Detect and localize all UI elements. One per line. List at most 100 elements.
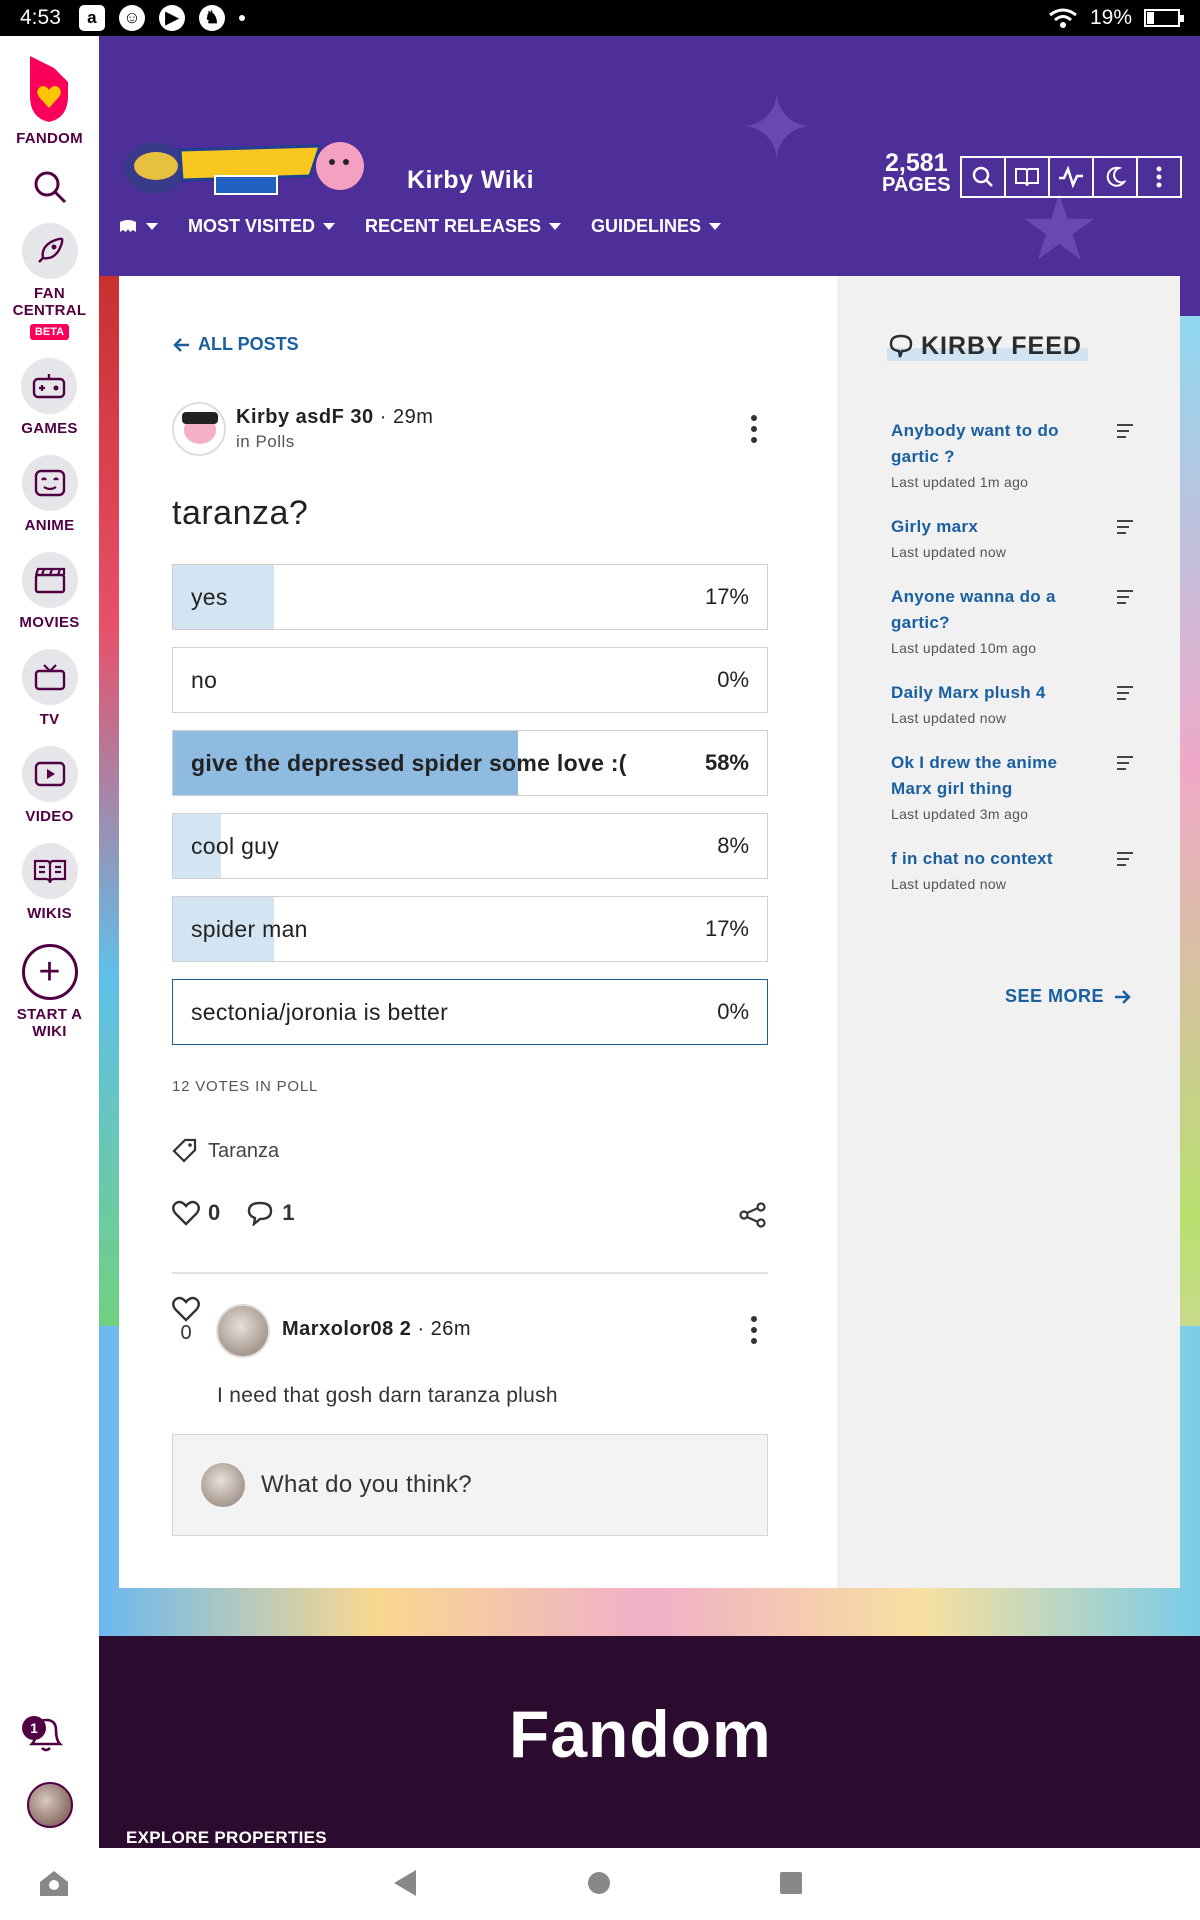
wiki-logo[interactable] — [120, 128, 370, 200]
system-nav-bar — [0, 1848, 1200, 1920]
search-icon[interactable] — [32, 169, 68, 205]
chevron-down-icon — [323, 223, 336, 230]
avatar[interactable] — [172, 402, 226, 456]
feed-item[interactable]: Anyone wanna do a gartic? Last updated 1… — [891, 584, 1133, 656]
arrow-left-icon — [173, 337, 189, 352]
search-button[interactable] — [960, 156, 1006, 198]
tag-icon — [172, 1138, 197, 1163]
poll-option[interactable]: spider man 17% — [172, 896, 768, 962]
feed-item[interactable]: Anybody want to do gartic ? Last updated… — [891, 418, 1133, 490]
poll-option[interactable]: sectonia/joronia is better 0% — [172, 979, 768, 1045]
start-wiki-label: START A WIKI — [16, 1006, 83, 1040]
text-post-icon — [1117, 520, 1133, 538]
nav-guidelines[interactable]: GUIDELINES — [591, 216, 722, 237]
accessibility-icon[interactable] — [38, 1868, 70, 1898]
comment-input[interactable]: What do you think? — [172, 1434, 768, 1536]
recent-apps-button[interactable] — [780, 1872, 802, 1894]
more-options-button[interactable] — [1136, 156, 1182, 198]
post-more-button[interactable] — [750, 415, 758, 443]
beta-badge: BETA — [29, 324, 70, 340]
rail-item-fan-central[interactable]: FAN CENTRAL BETA — [10, 223, 90, 340]
explore-properties-heading: EXPLORE PROPERTIES — [126, 1828, 327, 1847]
kebab-icon — [1156, 166, 1162, 188]
battery-icon — [1144, 9, 1184, 27]
clapperboard-icon — [34, 567, 65, 594]
avatar — [201, 1463, 245, 1507]
text-post-icon — [1117, 424, 1133, 442]
fandom-wordmark[interactable]: Fandom — [509, 1696, 772, 1772]
back-button[interactable] — [394, 1870, 416, 1896]
poll-option[interactable]: give the depressed spider some love :(58… — [172, 730, 768, 796]
post-tag[interactable]: Taranza — [172, 1138, 279, 1164]
open-book-icon — [33, 859, 66, 884]
like-count: 0 — [208, 1200, 221, 1225]
poll-option[interactable]: no 0% — [172, 647, 768, 713]
tv-icon — [34, 664, 65, 691]
post-panel: ALL POSTS Kirby asdF 30 · 29m in Polls t… — [119, 276, 837, 1588]
wifi-icon — [1049, 8, 1077, 28]
chat-bubble-icon — [889, 334, 913, 357]
nav-explore[interactable] — [118, 218, 158, 236]
moon-icon — [1106, 166, 1126, 187]
share-icon[interactable] — [739, 1202, 767, 1228]
rail-item-wikis[interactable]: WIKIS — [21, 843, 78, 922]
rail-item-tv[interactable]: TV — [21, 649, 78, 728]
reply-author[interactable]: Marxolor08 2 — [282, 1318, 411, 1340]
feed-item[interactable]: Girly marx Last updated now — [891, 514, 1133, 560]
home-button[interactable] — [588, 1872, 610, 1894]
text-post-icon — [1117, 686, 1133, 704]
see-more-link[interactable]: SEE MORE — [1005, 986, 1132, 1007]
feed-sidebar: KIRBY FEED Anybody want to do gartic ? L… — [837, 276, 1180, 1588]
status-time: 4:53 — [20, 6, 61, 29]
divider — [172, 1272, 768, 1274]
poll-option[interactable]: cool guy 8% — [172, 813, 768, 879]
rail-item-video[interactable]: VIDEO — [21, 746, 78, 825]
feed-item[interactable]: f in chat no context Last updated now — [891, 846, 1133, 892]
rail-item-games[interactable]: GAMES — [21, 358, 78, 437]
battery-percent: 19% — [1089, 6, 1132, 29]
reply-like-button[interactable]: 0 — [172, 1296, 200, 1345]
comment-icon[interactable] — [246, 1200, 274, 1226]
theme-toggle-button[interactable] — [1092, 156, 1138, 198]
text-post-icon — [1117, 756, 1133, 774]
text-post-icon — [1117, 852, 1133, 870]
rail-item-movies[interactable]: MOVIES — [19, 552, 79, 631]
star-decoration: ✦ — [739, 79, 815, 179]
nav-most-visited[interactable]: MOST VISITED — [188, 216, 336, 237]
feed-title: KIRBY FEED — [887, 332, 1088, 361]
post-author[interactable]: Kirby asdF 30 — [236, 406, 374, 428]
rail-item-anime[interactable]: ANIME — [21, 455, 78, 534]
all-posts-link[interactable]: ALL POSTS — [172, 334, 299, 355]
nav-recent-releases[interactable]: RECENT RELEASES — [365, 216, 562, 237]
notification-badge: 1 — [22, 1716, 46, 1740]
text-post-icon — [1117, 590, 1133, 608]
poll: yes 17% no 0% give the depressed spider so… — [172, 564, 768, 1062]
wiki-title[interactable]: Kirby Wiki — [407, 166, 534, 195]
fandom-home-link[interactable]: FANDOM — [16, 52, 83, 147]
game-icon: ♞ — [198, 5, 225, 31]
start-wiki-button[interactable]: + — [21, 944, 78, 1000]
pages-count: 2,581 PAGES — [882, 149, 951, 197]
wiki-nav: MOST VISITED RECENT RELEASES GUIDELINES — [118, 216, 722, 237]
content-card: ALL POSTS Kirby asdF 30 · 29m in Polls t… — [119, 276, 1180, 1588]
poll-option[interactable]: yes 17% — [172, 564, 768, 630]
activity-button[interactable] — [1048, 156, 1094, 198]
post-reactions: 0 1 — [172, 1200, 295, 1226]
reply-text: I need that gosh darn taranza plush — [217, 1384, 558, 1407]
post-time: 29m — [392, 406, 434, 428]
user-avatar[interactable] — [27, 1782, 73, 1828]
discuss-button[interactable] — [1004, 156, 1050, 198]
video-play-icon — [34, 761, 65, 787]
search-icon — [972, 166, 993, 187]
reply: 0 Marxolor08 2 · 26m — [172, 1296, 768, 1376]
feed-item[interactable]: Ok I drew the anime Marx girl thing Last… — [891, 750, 1133, 822]
feed-item[interactable]: Daily Marx plush 4 Last updated now — [891, 680, 1133, 726]
app-notification-icon: ☺ — [118, 5, 145, 31]
heart-icon — [172, 1296, 200, 1322]
post-category[interactable]: in Polls — [236, 432, 433, 452]
heart-icon[interactable] — [172, 1200, 200, 1226]
avatar[interactable] — [216, 1304, 270, 1358]
reply-more-button[interactable] — [750, 1316, 758, 1344]
site-footer: Fandom EXPLORE PROPERTIES — [99, 1636, 1200, 1848]
anime-face-icon — [34, 469, 65, 497]
